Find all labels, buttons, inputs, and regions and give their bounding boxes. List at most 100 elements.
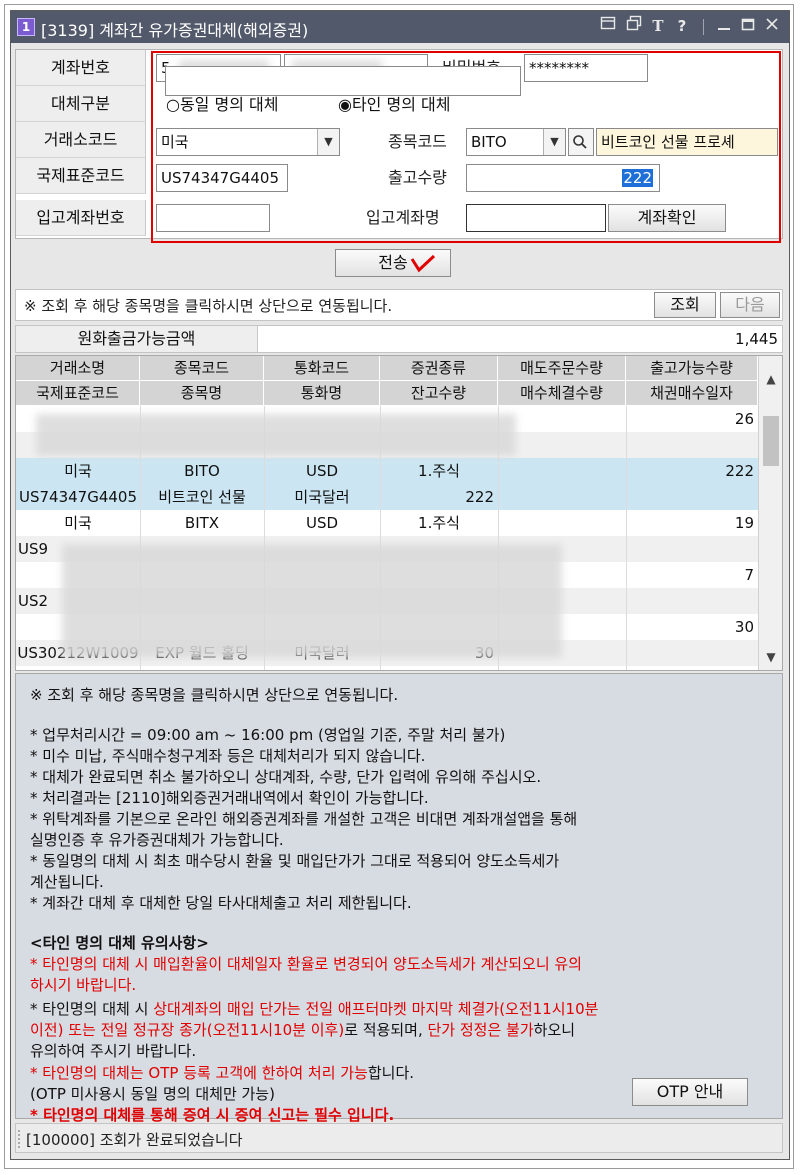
cell-currency[interactable]: USD [264,510,380,536]
header-balance-qty[interactable]: 잔고수량 [380,381,498,406]
blurred-rows [62,544,562,658]
window-icon[interactable] [623,15,645,37]
caution-text: 이전) 또는 전일 정규장 종가(오전11시10분 이후) [30,1021,345,1039]
notice-row: ※ 조회 후 해당 종목명을 클릭하시면 상단으로 연동됩니다. 조회 다음 [15,289,783,321]
help-icon[interactable]: ? [671,15,693,37]
info-line: * 계좌간 대체 후 대체한 당일 타사대체출고 처리 제한됩니다. [30,894,412,912]
grip-icon [18,1130,22,1148]
cell-currency[interactable]: 미국달러 [264,484,380,510]
info-line: * 처리결과는 [2110]해외증권거래내역에서 확인이 가능합니다. [30,789,429,807]
in-account-label: 입고계좌번호 [16,200,146,236]
header-bond-date[interactable]: 채권매수일자 [626,381,758,406]
caution-title: <타인 명의 대체 유의사항> [30,934,209,952]
caution-line: * 타인명의 대체 시 상대계좌의 매입 단가는 전일 애프터마켓 마지막 체결… [30,998,598,1019]
cell-out-qty[interactable]: 26 [626,406,758,432]
cell-out-qty[interactable]: 7 [626,562,758,588]
otp-guide-button[interactable]: OTP 안내 [632,1078,748,1106]
cell-symbol[interactable]: 비트코인 선물 [140,484,264,510]
info-line: 계산됩니다. [30,873,104,891]
query-button[interactable]: 조회 [654,292,716,318]
highlight-box [151,51,781,243]
title-bar: 1 [3139] 계좌간 유가증권대체(해외증권) T ? [11,11,789,43]
cell-sell-qty[interactable] [498,432,626,458]
account-label: 계좌번호 [16,50,146,86]
notice-text: ※ 조회 후 해당 종목명을 클릭하시면 상단으로 연동됩니다. [24,297,393,315]
cell-symbol[interactable]: BITX [140,510,264,536]
caution-line: * 타인명의 대체를 통해 증여 시 증여 신고는 필수 입니다. [30,1106,395,1124]
scroll-down-icon[interactable]: ▼ [759,646,782,668]
info-line: * 업무처리시간 = 09:00 am ~ 16:00 pm (영업일 기준, … [30,726,506,744]
header-out-qty[interactable]: 출고가능수량 [626,356,758,381]
caution-line: 하시기 바랍니다. [30,976,137,994]
header-symbol[interactable]: 종목코드 [140,356,264,381]
header-sell-qty[interactable]: 매도주문수량 [498,356,626,381]
caution-text: 합니다. [367,1064,415,1082]
cell-currency[interactable]: USD [264,458,380,484]
cell-sell-qty[interactable] [498,406,626,432]
header-security-type[interactable]: 증권종류 [380,356,498,381]
maximize-icon[interactable] [737,15,759,37]
close-icon[interactable] [761,15,783,37]
caution-line: 유의하여 주시기 바랍니다. [30,1042,197,1060]
scroll-thumb[interactable] [763,416,779,466]
cell-sell-qty[interactable] [498,484,626,510]
cell-out-qty[interactable]: 30 [626,614,758,640]
table-header: 거래소명 종목코드 통화코드 증권종류 매도주문수량 출고가능수량 국제표준코드… [16,356,758,406]
send-button[interactable]: 전송 [335,249,451,277]
font-icon[interactable]: T [647,15,669,37]
caution-text: 단가 정정은 불가 [427,1021,534,1039]
title-separator [703,19,704,35]
cell-exchange[interactable]: US74347G4405 [16,484,140,510]
window-title: [3139] 계좌간 유가증권대체(해외증권) [41,21,309,40]
caution-text: * 타인명의 대체 시 [30,1000,154,1018]
transfer-window: 1 [3139] 계좌간 유가증권대체(해외증권) T ? 계좌번호 5 비밀번… [10,10,790,1160]
header-currency-name[interactable]: 통화명 [264,381,380,406]
exchange-label: 거래소코드 [16,122,146,158]
status-text: [100000] 조회가 완료되었습니다 [26,1131,243,1149]
cell-exchange[interactable]: 미국 [16,458,140,484]
caution-text: 로 적용되며, [344,1021,428,1039]
column-divider [626,406,627,670]
info-line: 실명인증 후 유가증권대체가 가능합니다. [30,831,284,849]
transfer-type-label: 대체구분 [16,86,146,122]
cell-out-qty[interactable] [626,536,758,562]
header-buy-qty[interactable]: 매수체결수량 [498,381,626,406]
info-line: * 동일명의 대체 시 최초 매수당시 환율 및 매입단가가 그대로 적용되어 … [30,852,560,870]
amount-label: 원화출금가능금액 [16,326,258,352]
scroll-up-icon[interactable]: ▲ [759,368,782,390]
caution-line: (OTP 미사용시 동일 명의 대체만 가능) [30,1085,275,1103]
header-currency-code[interactable]: 통화코드 [264,356,380,381]
cell-out-qty[interactable] [626,484,758,510]
info-line: * 대체가 완료되면 취소 불가하오니 상대계좌, 수량, 단가 입력에 유의해… [30,768,542,786]
cell-symbol[interactable]: BITO [140,458,264,484]
header-exchange[interactable]: 거래소명 [16,356,140,381]
cell-type[interactable]: 1.주식 [380,458,498,484]
status-bar: [100000] 조회가 완료되었습니다 [15,1123,783,1153]
cell-sell-qty[interactable] [498,458,626,484]
header-symbol-name[interactable]: 종목명 [140,381,264,406]
cell-out-qty[interactable] [626,588,758,614]
caution-text: * 타인명의 대체는 OTP 등록 고객에 한하여 처리 가능 [30,1064,368,1082]
info-head: ※ 조회 후 해당 종목명을 클릭하시면 상단으로 연동됩니다. [30,686,399,704]
cell-out-qty[interactable] [626,640,758,666]
cell-out-qty[interactable] [626,432,758,458]
minimize-icon[interactable] [713,15,735,37]
vertical-scrollbar[interactable]: ▲ ▼ [758,356,782,670]
cell-out-qty[interactable]: 19 [626,510,758,536]
screen-icon[interactable] [597,15,619,37]
isin-label: 국제표준코드 [16,158,146,194]
caution-text: 하오니 [533,1021,576,1039]
amount-value: 1,445 [735,330,778,348]
caution-line: 이전) 또는 전일 정규장 종가(오전11시10분 이후)로 적용되며, 단가 … [30,1019,575,1040]
info-line: * 위탁계좌를 기본으로 온라인 해외증권계좌를 개설한 고객은 비대면 계좌개… [30,810,578,828]
send-label: 전송 [378,253,408,272]
header-isin[interactable]: 국제표준코드 [16,381,140,406]
cell-type[interactable]: 222 [380,484,498,510]
cell-exchange[interactable]: 미국 [16,510,140,536]
holdings-table: 거래소명 종목코드 통화코드 증권종류 매도주문수량 출고가능수량 국제표준코드… [15,355,783,671]
caution-line: * 타인명의 대체 시 매입환율이 대체일자 환율로 변경되어 양도소득세가 계… [30,955,582,973]
cell-type[interactable]: 1.주식 [380,510,498,536]
cell-out-qty[interactable]: 222 [626,458,758,484]
cell-sell-qty[interactable] [498,510,626,536]
next-button[interactable]: 다음 [720,292,780,318]
